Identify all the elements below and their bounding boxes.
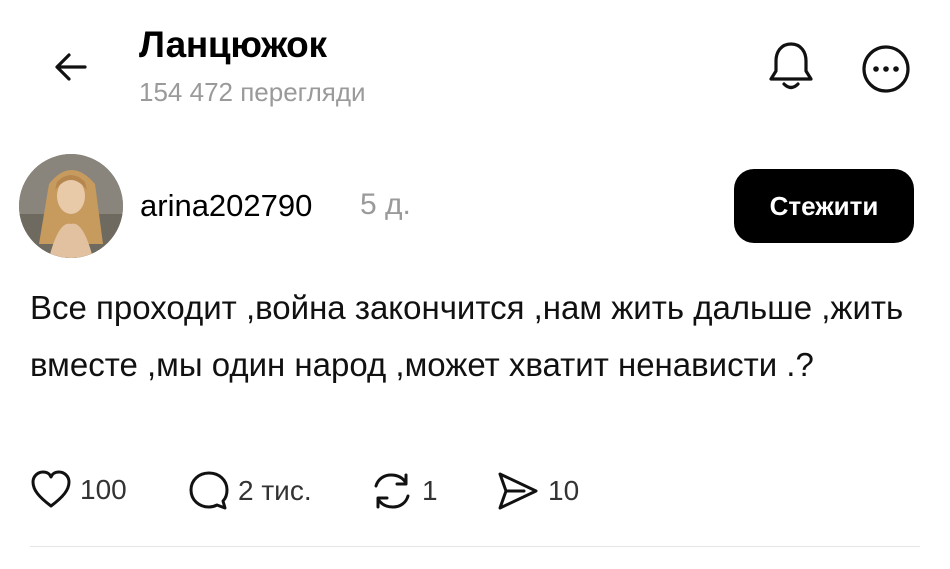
comment-bubble-icon [189, 471, 229, 510]
post-text: Все проходит ,война закончится ,нам жить… [30, 289, 904, 383]
like-button[interactable]: 100 [30, 470, 127, 510]
arrow-left-icon [55, 53, 87, 81]
repost-count: 1 [422, 475, 438, 506]
share-button[interactable]: 10 [496, 470, 579, 512]
like-count: 100 [80, 474, 127, 505]
heart-icon [31, 470, 71, 508]
post-timestamp: 5 д. [360, 188, 411, 221]
repost-button[interactable]: 1 [370, 470, 438, 512]
comment-button[interactable]: 2 тис. [188, 470, 312, 512]
more-options-button[interactable] [860, 43, 912, 95]
follow-button[interactable]: Стежити [734, 169, 914, 243]
notifications-button[interactable] [764, 38, 818, 94]
bell-icon [769, 42, 813, 90]
post-username[interactable]: arina202790 [140, 188, 312, 224]
back-button[interactable] [46, 42, 96, 92]
avatar[interactable] [19, 154, 123, 258]
share-count: 10 [548, 475, 580, 506]
more-horizontal-icon [862, 45, 910, 93]
view-count: 154 472 перегляди [139, 77, 366, 107]
repost-icon [374, 473, 410, 509]
comment-count: 2 тис. [238, 475, 312, 506]
profile-photo-icon [19, 154, 123, 258]
post-divider [30, 546, 920, 547]
send-icon [498, 472, 538, 510]
page-title: Ланцюжок [139, 24, 327, 65]
